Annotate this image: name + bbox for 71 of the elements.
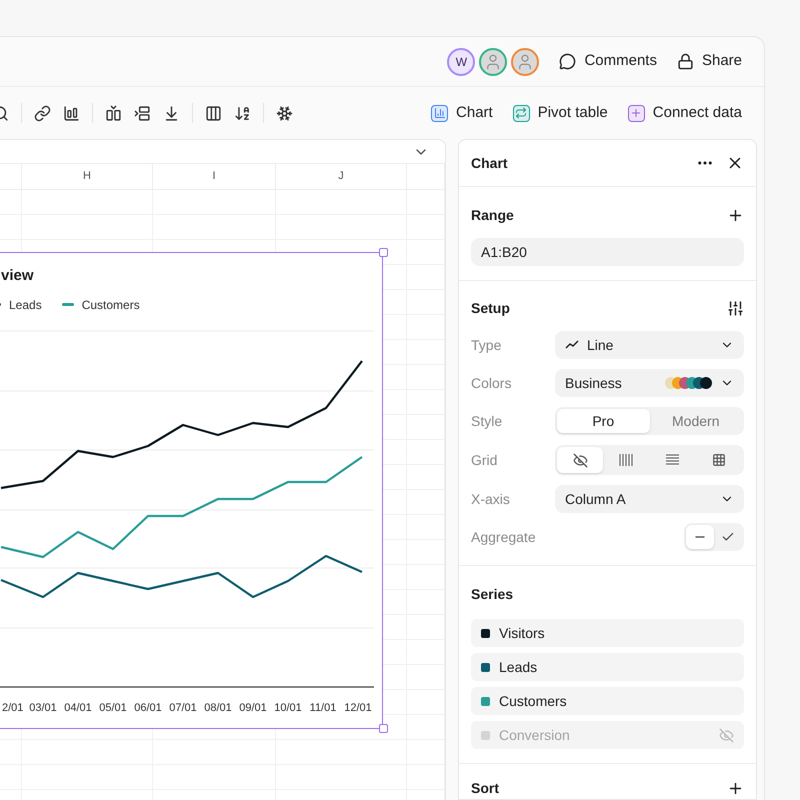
chart-title: view [1, 266, 35, 286]
column-header[interactable]: H [83, 168, 91, 185]
comment-icon [559, 53, 576, 70]
insert-column-icon[interactable] [105, 104, 122, 122]
x-axis-label: 08/01 [204, 702, 232, 714]
series-name: Customers [499, 692, 568, 710]
x-axis-label: 05/01 [99, 702, 127, 714]
comments-button[interactable]: Comments [559, 50, 657, 73]
x-axis-label: 2/01 [2, 702, 24, 714]
table-grid-icon [712, 453, 726, 467]
legend-label: Customers [82, 296, 140, 314]
series-name: Conversion [499, 726, 571, 744]
series-item[interactable]: Visitors [471, 619, 744, 647]
field-label: Style [471, 412, 504, 431]
sliders-icon[interactable] [727, 300, 744, 317]
x-axis-label: 09/01 [239, 702, 267, 714]
x-axis-label: 07/01 [169, 702, 197, 714]
plus-icon[interactable] [727, 207, 744, 224]
series-item[interactable]: Customers [471, 687, 744, 715]
avatar[interactable] [479, 48, 508, 76]
section-title: Range [471, 206, 515, 225]
horizontal-lines-icon [666, 454, 680, 466]
toolbar-button[interactable]: Connect data [628, 102, 742, 124]
share-button[interactable]: Share [676, 50, 742, 73]
line-chart-icon [565, 340, 579, 350]
insert-row-icon[interactable] [134, 104, 151, 122]
resize-handle[interactable] [379, 248, 388, 257]
field-label: Aggregate [471, 528, 537, 547]
sort-icon[interactable] [234, 104, 251, 122]
colors-select[interactable]: Business [555, 369, 744, 397]
snowflake-icon[interactable] [276, 104, 293, 122]
toolbar-button[interactable]: Chart [431, 102, 493, 124]
x-axis-select[interactable]: Column A [555, 485, 744, 513]
section-title: Series [471, 585, 514, 604]
series-name: Leads [499, 658, 538, 676]
legend-label: Leads [9, 296, 42, 314]
field-label: X-axis [471, 490, 511, 508]
lock-icon [676, 53, 694, 70]
style-option[interactable]: Pro [557, 409, 650, 433]
grid-option[interactable] [557, 447, 604, 473]
avatar[interactable] [511, 48, 540, 76]
plus-icon[interactable] [727, 780, 744, 797]
field-label: Grid [471, 450, 498, 470]
style-option[interactable]: Modern [650, 409, 742, 433]
panel-title: Chart [471, 154, 509, 172]
column-header[interactable]: I [212, 168, 216, 185]
column-header[interactable]: J [338, 168, 344, 185]
series-name: Visitors [499, 624, 546, 642]
x-axis-label: 11/01 [310, 702, 336, 714]
x-axis-label: 03/01 [29, 702, 57, 714]
x-axis-label: 06/01 [134, 702, 162, 714]
x-axis-label: 10/01 [274, 702, 302, 714]
section-title: Setup [471, 299, 511, 318]
vertical-lines-icon [619, 454, 634, 466]
resize-handle[interactable] [379, 724, 388, 733]
bar-chart-icon[interactable] [63, 104, 80, 122]
field-label: Colors [471, 374, 512, 392]
section-title: Sort [471, 779, 500, 798]
field-label: Type [471, 336, 502, 355]
series-item[interactable]: Leads [471, 653, 744, 681]
eye-off-icon [572, 452, 588, 468]
avatar[interactable]: W [447, 48, 476, 76]
chart-card[interactable]: view Leads Customers 2/01 03/01 04/01 05/01 06/01 07/01 08/01 09/01 10/01 11/01 12/01 [0, 252, 383, 729]
arrow-down-icon[interactable] [163, 104, 180, 122]
type-select[interactable]: Line [555, 331, 744, 359]
columns-icon[interactable] [205, 104, 222, 122]
range-field[interactable]: A1:B20 [471, 238, 744, 266]
x-axis-label: 12/01 [344, 702, 372, 714]
x-axis-label: 04/01 [64, 702, 92, 714]
link-icon[interactable] [34, 104, 51, 122]
toolbar-button[interactable]: Pivot table [512, 102, 608, 124]
